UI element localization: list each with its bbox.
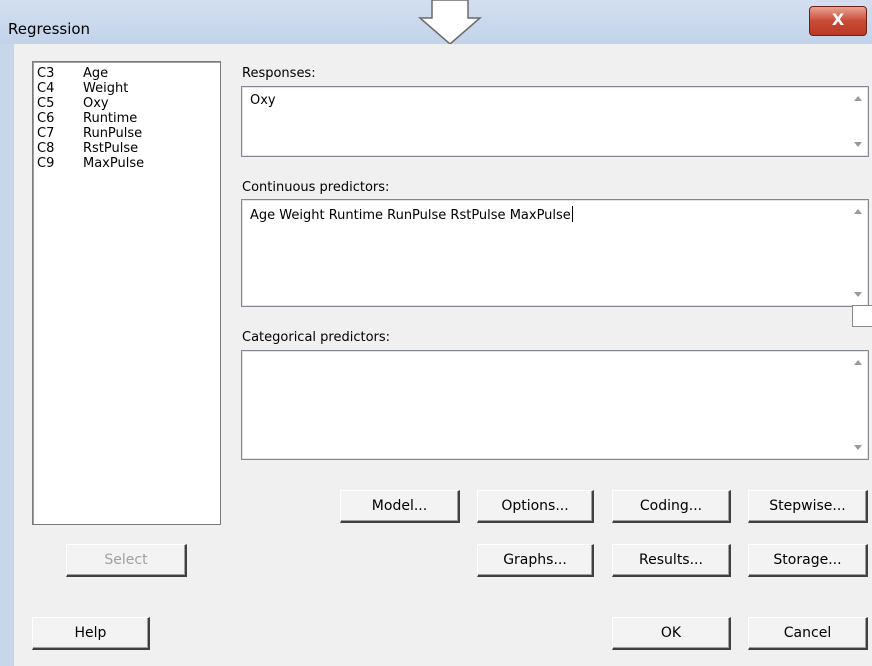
- storage-button[interactable]: Storage...: [748, 544, 868, 577]
- scroll-down-icon[interactable]: [854, 445, 862, 450]
- ok-button[interactable]: OK: [612, 617, 731, 650]
- variable-list[interactable]: C3 Age C4 Weight C5 Oxy C6 Runtime C7 RunPuls…: [32, 61, 221, 525]
- scroll-up-icon[interactable]: [854, 209, 862, 214]
- scrollbar[interactable]: [849, 88, 867, 155]
- graphs-button[interactable]: Graphs...: [477, 544, 594, 577]
- continuous-predictors-value: Age Weight Runtime RunPulse RstPulse Max…: [250, 208, 571, 223]
- categorical-predictors-label: Categorical predictors:: [242, 330, 391, 345]
- regression-dialog: Regression X C3 Age C4 Weight C5 Oxy C6 Runt…: [0, 0, 872, 666]
- help-button[interactable]: Help: [32, 617, 150, 650]
- scrollbar[interactable]: [849, 352, 867, 458]
- coding-button[interactable]: Coding...: [612, 490, 731, 523]
- continuous-predictors-label: Continuous predictors:: [242, 180, 390, 195]
- list-item[interactable]: C6 Runtime: [37, 111, 137, 126]
- list-item[interactable]: C8 RstPulse: [37, 141, 138, 156]
- close-icon: X: [831, 10, 845, 29]
- list-item[interactable]: C4 Weight: [37, 81, 128, 96]
- stepwise-button[interactable]: Stepwise...: [748, 490, 868, 523]
- continuous-predictors-field[interactable]: Age Weight Runtime RunPulse RstPulse Max…: [241, 199, 869, 307]
- list-item[interactable]: C5 Oxy: [37, 96, 109, 111]
- scrollbar[interactable]: [849, 201, 867, 305]
- scroll-up-icon[interactable]: [854, 360, 862, 365]
- list-item[interactable]: C3 Age: [37, 66, 108, 81]
- results-button[interactable]: Results...: [612, 544, 731, 577]
- select-button[interactable]: Select: [66, 544, 187, 577]
- categorical-predictors-field[interactable]: [241, 350, 869, 460]
- list-item[interactable]: C9 MaxPulse: [37, 156, 144, 171]
- responses-label: Responses:: [242, 66, 316, 81]
- responses-field[interactable]: Oxy: [241, 86, 869, 157]
- responses-value: Oxy: [250, 93, 276, 108]
- title-bar: Regression X: [0, 0, 872, 45]
- scroll-down-icon[interactable]: [854, 292, 862, 297]
- mouse-cursor-icon: [852, 305, 872, 327]
- window-frame: [0, 44, 14, 666]
- scroll-down-icon[interactable]: [854, 142, 862, 147]
- model-button[interactable]: Model...: [340, 490, 460, 523]
- list-item[interactable]: C7 RunPulse: [37, 126, 142, 141]
- scroll-up-icon[interactable]: [854, 96, 862, 101]
- cancel-button[interactable]: Cancel: [748, 617, 868, 650]
- options-button[interactable]: Options...: [477, 490, 594, 523]
- close-button[interactable]: X: [809, 6, 867, 36]
- down-arrow-icon: [418, 0, 482, 45]
- window-title: Regression: [8, 20, 91, 38]
- text-caret: [571, 206, 573, 222]
